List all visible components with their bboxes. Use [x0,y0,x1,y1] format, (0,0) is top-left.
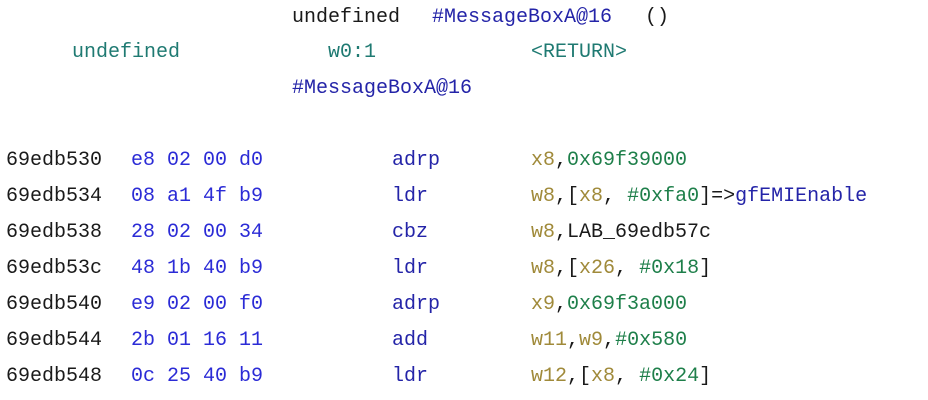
instruction-address[interactable]: 69edb540 [6,287,102,323]
operand-punct: ] [699,365,712,388]
operand-punct: ,[ [555,257,580,280]
operand-number[interactable]: #0x18 [639,257,699,280]
instruction-mnemonic[interactable]: ldr [392,359,428,395]
operand-punct: ] [699,257,712,280]
operand-register[interactable]: x8 [591,365,615,388]
instruction-mnemonic[interactable]: adrp [392,143,440,179]
instruction-mnemonic[interactable]: ldr [392,251,428,287]
instruction-mnemonic[interactable]: cbz [392,215,428,251]
instruction-address[interactable]: 69edb544 [6,323,102,359]
instruction-address[interactable]: 69edb53c [6,251,102,287]
instruction-bytes[interactable]: e9 02 00 f0 [131,287,263,323]
operand-register[interactable]: w12 [531,365,567,388]
function-signature: undefined #MessageBoxA@16 () [0,0,669,36]
operand-number[interactable]: 0x69f39000 [567,149,687,172]
instruction-mnemonic[interactable]: adrp [392,287,440,323]
instruction-bytes[interactable]: e8 02 00 d0 [131,143,263,179]
operand-register[interactable]: w8 [531,221,555,244]
operand-punct: , [615,365,640,388]
operand-register[interactable]: w9 [579,329,603,352]
instruction-bytes[interactable]: 0c 25 40 b9 [131,359,263,395]
instruction-address[interactable]: 69edb548 [6,359,102,395]
operand-punct: ,[ [555,185,580,208]
return-storage: w0:1 [328,41,377,64]
operand-number[interactable]: 0x69f3a000 [567,293,687,316]
instruction-bytes[interactable]: 08 a1 4f b9 [131,179,263,215]
operand-punct: , [615,257,640,280]
instruction-bytes[interactable]: 48 1b 40 b9 [131,251,263,287]
instruction-operands[interactable]: w8,LAB_69edb57c [531,215,711,251]
operand-register[interactable]: w8 [531,185,555,208]
operand-punct: , [555,293,568,316]
operand-number[interactable]: #0x580 [615,329,687,352]
instruction-address[interactable]: 69edb534 [6,179,102,215]
operand-punct: ,[ [567,365,592,388]
operand-punct: , [603,329,616,352]
function-label-row: #MessageBoxA@16 [0,71,472,107]
signature-parens: () [645,6,670,29]
operand-register[interactable]: x8 [531,149,555,172]
operand-punct: , [603,185,628,208]
instruction-bytes[interactable]: 28 02 00 34 [131,215,263,251]
signature-return-type[interactable]: undefined [292,0,400,36]
instruction-address[interactable]: 69edb538 [6,215,102,251]
operand-number[interactable]: #0x24 [639,365,699,388]
operand-punct: ]=> [699,185,736,208]
operand-register[interactable]: w11 [531,329,567,352]
instruction-operands[interactable]: w12,[x8, #0x24] [531,359,711,395]
operand-punct: , [555,149,568,172]
instruction-operands[interactable]: w11,w9,#0x580 [531,323,687,359]
return-type[interactable]: undefined [72,35,180,71]
instruction-mnemonic[interactable]: add [392,323,428,359]
instruction-bytes[interactable]: 2b 01 16 11 [131,323,263,359]
return-label: <RETURN> [531,41,628,64]
instruction-mnemonic[interactable]: ldr [392,179,428,215]
instruction-address[interactable]: 69edb530 [6,143,102,179]
instruction-operands[interactable]: w8,[x26, #0x18] [531,251,711,287]
operand-register[interactable]: x8 [579,185,603,208]
operand-label[interactable]: ,LAB_69edb57c [555,221,711,244]
function-label[interactable]: #MessageBoxA@16 [292,71,472,107]
operand-ref[interactable]: gfEMIEnable [735,185,867,208]
operand-punct: , [567,329,580,352]
operand-register[interactable]: x26 [579,257,615,280]
operand-number[interactable]: #0xfa0 [627,185,699,208]
operand-register[interactable]: x9 [531,293,555,316]
instruction-operands[interactable]: w8,[x8, #0xfa0]=>gfEMIEnable [531,179,867,215]
signature-function-name[interactable]: #MessageBoxA@16 [432,0,612,36]
instruction-operands[interactable]: x9,0x69f3a000 [531,287,687,323]
operand-register[interactable]: w8 [531,257,555,280]
instruction-operands[interactable]: x8,0x69f39000 [531,143,687,179]
return-info-row: undefined w0:1 <RETURN> [0,35,627,71]
